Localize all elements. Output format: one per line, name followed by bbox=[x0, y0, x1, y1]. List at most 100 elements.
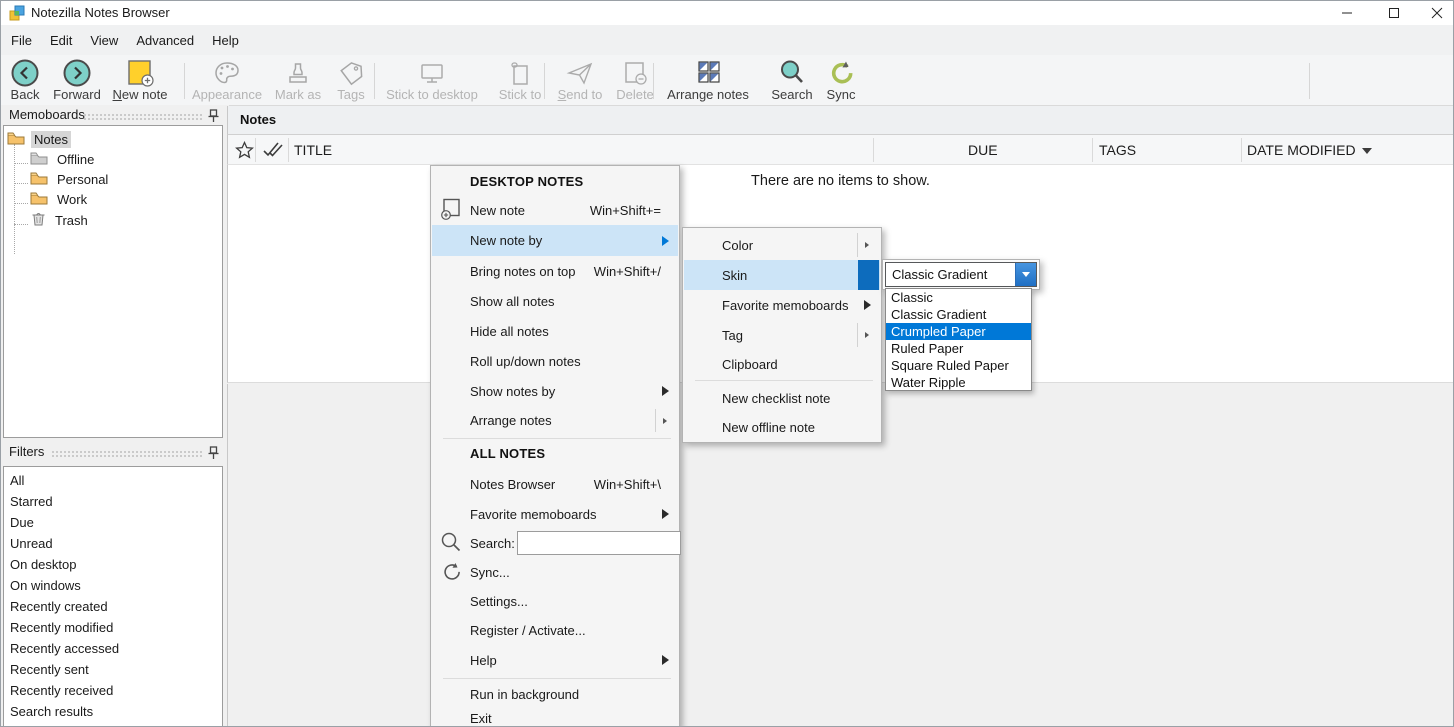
memoboards-title: Memoboards bbox=[9, 107, 85, 122]
trash-icon bbox=[31, 211, 46, 229]
tab-notes[interactable]: Notes bbox=[240, 112, 276, 127]
sticky-note-icon bbox=[497, 58, 543, 88]
menu-item-help[interactable]: Help bbox=[432, 645, 678, 675]
menu-item-bring-notes-on-top[interactable]: Bring notes on top Win+Shift+/ bbox=[432, 256, 678, 286]
tags-button[interactable]: Tags bbox=[331, 58, 371, 104]
submenu-item-new-offline-note[interactable]: New offline note bbox=[684, 413, 880, 442]
check-column-icon[interactable] bbox=[261, 140, 285, 163]
menu-item-register[interactable]: Register / Activate... bbox=[432, 616, 678, 645]
submenu-item-clipboard[interactable]: Clipboard bbox=[684, 350, 880, 378]
submenu-arrow-icon bbox=[865, 242, 869, 248]
submenu-item-new-checklist-note[interactable]: New checklist note bbox=[684, 384, 880, 413]
skin-option-square-ruled-paper[interactable]: Square Ruled Paper bbox=[886, 357, 1031, 374]
title-bar: Notezilla Notes Browser bbox=[1, 1, 1453, 25]
tree-item-work[interactable]: Work bbox=[4, 189, 222, 209]
minimize-button[interactable] bbox=[1324, 1, 1370, 25]
filter-due[interactable]: Due bbox=[4, 512, 222, 533]
tree-item-personal[interactable]: Personal bbox=[4, 169, 222, 189]
submenu-arrow-icon bbox=[662, 386, 669, 396]
column-tags[interactable]: TAGS bbox=[1099, 142, 1136, 158]
column-date-modified[interactable]: DATE MODIFIED bbox=[1247, 142, 1356, 158]
menu-item-settings[interactable]: Settings... bbox=[432, 587, 678, 616]
tag-icon bbox=[331, 58, 371, 88]
filter-starred[interactable]: Starred bbox=[4, 491, 222, 512]
filter-recently-created[interactable]: Recently created bbox=[4, 596, 222, 617]
menu-item-run-in-background[interactable]: Run in background bbox=[432, 680, 678, 708]
menu-view[interactable]: View bbox=[81, 29, 127, 52]
column-title[interactable]: TITLE bbox=[294, 142, 332, 158]
new-note-menu-icon bbox=[439, 197, 463, 224]
close-button[interactable] bbox=[1418, 1, 1454, 25]
pin-icon[interactable] bbox=[208, 446, 219, 463]
menu-item-exit[interactable]: Exit bbox=[432, 708, 678, 727]
submenu-arrow-icon bbox=[864, 300, 871, 310]
sync-button[interactable]: Sync bbox=[821, 58, 861, 104]
menu-item-notes-browser[interactable]: Notes Browser Win+Shift+\ bbox=[432, 469, 678, 499]
paper-plane-icon bbox=[553, 58, 607, 88]
submenu-item-favorite-memoboards[interactable]: Favorite memoboards bbox=[684, 290, 880, 320]
menu-item-hide-all-notes[interactable]: Hide all notes bbox=[432, 316, 678, 346]
menu-edit[interactable]: Edit bbox=[41, 29, 81, 52]
filter-all[interactable]: All bbox=[4, 470, 222, 491]
star-column-icon[interactable] bbox=[235, 141, 254, 163]
submenu-item-skin[interactable]: Skin bbox=[684, 260, 880, 290]
maximize-button[interactable] bbox=[1371, 1, 1417, 25]
menu-search-input[interactable] bbox=[517, 531, 681, 555]
skin-option-crumpled-paper[interactable]: Crumpled Paper bbox=[886, 323, 1031, 340]
submenu-arrow-icon bbox=[663, 418, 667, 424]
submenu-item-tag[interactable]: Tag bbox=[684, 320, 880, 350]
menu-item-favorite-memoboards[interactable]: Favorite memoboards bbox=[432, 499, 678, 529]
column-due[interactable]: DUE bbox=[968, 142, 998, 158]
forward-button[interactable]: Forward bbox=[49, 58, 105, 104]
skin-option-classic-gradient[interactable]: Classic Gradient bbox=[886, 306, 1031, 323]
stick-to-desktop-button[interactable]: Stick to desktop bbox=[383, 58, 481, 104]
filter-unread[interactable]: Unread bbox=[4, 533, 222, 554]
new-note-icon bbox=[109, 58, 171, 88]
filter-search-results[interactable]: Search results bbox=[4, 701, 222, 722]
combobox-dropdown-button[interactable] bbox=[1015, 263, 1036, 286]
menu-item-search[interactable]: Search: bbox=[432, 529, 678, 558]
menu-advanced[interactable]: Advanced bbox=[127, 29, 203, 52]
menu-item-sync[interactable]: Sync... bbox=[432, 558, 678, 587]
mark-as-button[interactable]: Mark as bbox=[269, 58, 327, 104]
submenu-arrow-icon bbox=[662, 236, 669, 246]
filter-recently-received[interactable]: Recently received bbox=[4, 680, 222, 701]
filters-list: All Starred Due Unread On desktop On win… bbox=[3, 466, 223, 727]
skin-combobox[interactable]: Classic Gradient bbox=[885, 262, 1037, 287]
skin-option-classic[interactable]: Classic bbox=[886, 289, 1031, 306]
menu-item-roll-notes[interactable]: Roll up/down notes bbox=[432, 346, 678, 376]
menu-file[interactable]: File bbox=[2, 29, 41, 52]
menu-item-new-note[interactable]: New note Win+Shift+= bbox=[432, 195, 678, 225]
back-button[interactable]: Back bbox=[3, 58, 47, 104]
filter-recently-accessed[interactable]: Recently accessed bbox=[4, 638, 222, 659]
app-icon bbox=[9, 5, 25, 24]
submenu-arrow-icon bbox=[662, 509, 669, 519]
arrange-notes-button[interactable]: Arrange notes bbox=[663, 58, 753, 104]
appearance-button[interactable]: Appearance bbox=[191, 58, 263, 104]
filter-on-desktop[interactable]: On desktop bbox=[4, 554, 222, 575]
back-icon bbox=[3, 58, 47, 88]
skin-option-water-ripple[interactable]: Water Ripple bbox=[886, 374, 1031, 391]
stick-to-button[interactable]: Stick to bbox=[497, 58, 543, 104]
section-all-notes: ALL NOTES bbox=[470, 446, 545, 461]
skin-combobox-value: Classic Gradient bbox=[892, 267, 987, 282]
new-note-button[interactable]: New note bbox=[109, 58, 171, 104]
tree-item-notes[interactable]: Notes bbox=[4, 129, 222, 149]
tree-item-trash[interactable]: Trash bbox=[4, 210, 222, 230]
menu-item-arrange-notes[interactable]: Arrange notes bbox=[432, 406, 678, 435]
skin-option-ruled-paper[interactable]: Ruled Paper bbox=[886, 340, 1031, 357]
menu-item-show-all-notes[interactable]: Show all notes bbox=[432, 286, 678, 316]
submenu-item-color[interactable]: Color bbox=[684, 230, 880, 260]
folder-icon bbox=[30, 171, 48, 188]
tree-item-offline[interactable]: Offline bbox=[4, 149, 222, 169]
filter-recently-modified[interactable]: Recently modified bbox=[4, 617, 222, 638]
menu-item-show-notes-by[interactable]: Show notes by bbox=[432, 376, 678, 406]
filter-on-windows[interactable]: On windows bbox=[4, 575, 222, 596]
menu-item-new-note-by[interactable]: New note by bbox=[432, 225, 678, 256]
send-to-button[interactable]: Send to bbox=[553, 58, 607, 104]
filter-recently-sent[interactable]: Recently sent bbox=[4, 659, 222, 680]
search-button[interactable]: Search bbox=[769, 58, 815, 104]
delete-button[interactable]: Delete bbox=[611, 58, 659, 104]
pin-icon[interactable] bbox=[208, 109, 219, 126]
menu-help[interactable]: Help bbox=[203, 29, 248, 52]
